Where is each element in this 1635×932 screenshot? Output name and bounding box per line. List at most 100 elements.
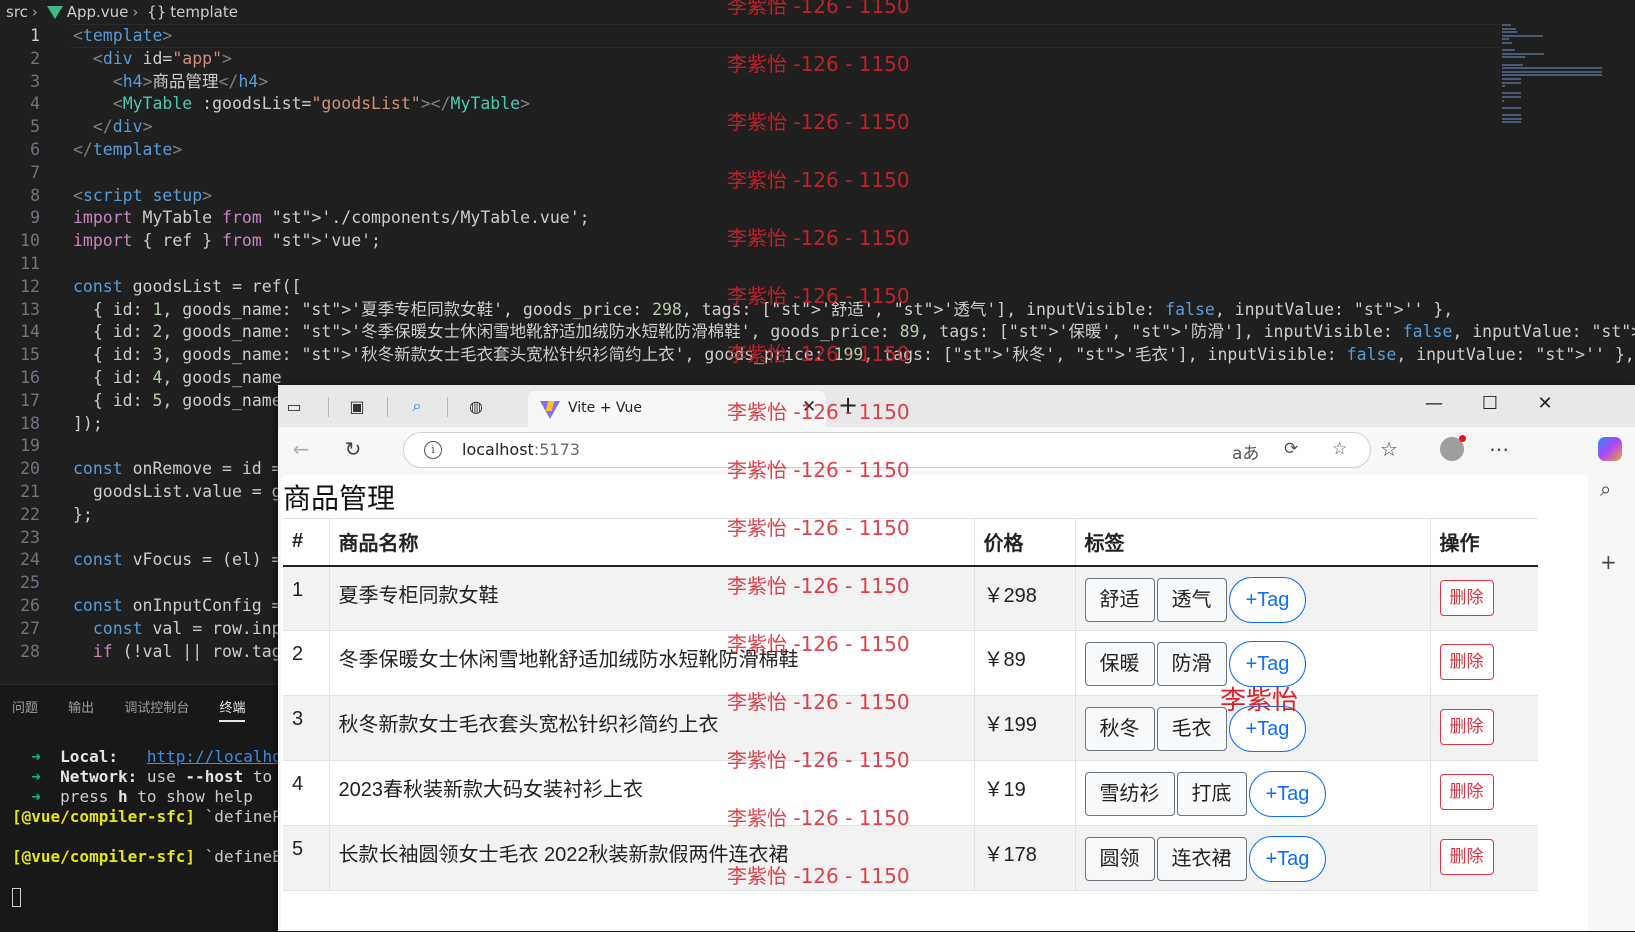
delete-button[interactable]: 删除	[1439, 774, 1494, 810]
close-tab-icon[interactable]: ✕	[802, 397, 816, 417]
line-number: 12	[20, 276, 40, 296]
info-icon[interactable]: i	[424, 441, 442, 459]
code-line[interactable]: 15 { id: 3, goods_name: "st">'秋冬新款女士毛衣套头…	[0, 343, 1635, 367]
breadcrumb[interactable]: src › App.vue › {} template	[0, 0, 1635, 24]
code-text: { id: 1, goods_name: "st">'夏季专柜同款女鞋', go…	[73, 299, 1454, 319]
code-text: <div id="app">	[92, 48, 232, 68]
minimize-icon[interactable]: —	[1419, 393, 1449, 414]
read-aloud-icon[interactable]: aあ	[1232, 439, 1259, 464]
code-text: <h4>商品管理</h4>	[112, 71, 269, 91]
workspace-icon[interactable]: ▣	[343, 393, 371, 419]
browser-sidebar: ⌕ +	[1588, 475, 1635, 931]
back-icon[interactable]: ←	[286, 437, 316, 461]
terminal-network-label: Network:	[60, 767, 138, 786]
code-line[interactable]: 4 <MyTable :goodsList="goodsList"></MyTa…	[0, 92, 1635, 116]
tag-badge[interactable]: 舒适	[1084, 577, 1155, 622]
browser-window: ▭ ▣ ⌕ ◍ Vite + Vue ✕ + — ☐ ✕ ← ↻ i local…	[278, 385, 1635, 931]
minimap-line	[1502, 114, 1521, 116]
code-line[interactable]: 5 </div>	[0, 115, 1635, 139]
close-window-icon[interactable]: ✕	[1530, 393, 1560, 414]
table-header-row: # 商品名称 价格 标签 操作	[283, 518, 1538, 567]
more-icon[interactable]: ⋯	[1484, 437, 1514, 461]
breadcrumb-folder[interactable]: src	[6, 3, 28, 21]
code-line[interactable]: 7	[0, 161, 1635, 185]
delete-button[interactable]: 删除	[1439, 839, 1494, 875]
code-line[interactable]: 12 const goodsList = ref([	[0, 275, 1635, 299]
copilot-icon[interactable]	[1598, 437, 1622, 461]
actions-cell: 删除	[1429, 825, 1538, 891]
new-tab-icon[interactable]: +	[838, 391, 858, 419]
code-line[interactable]: 13 { id: 1, goods_name: "st">'夏季专柜同款女鞋',…	[0, 298, 1635, 322]
url-host: localhost	[462, 440, 534, 459]
panel-tab-output[interactable]: 输出	[68, 697, 94, 716]
chevron-right-icon: ›	[31, 3, 38, 21]
terminal-network-text: use	[146, 767, 176, 786]
delete-button[interactable]: 删除	[1439, 579, 1494, 616]
terminal-output[interactable]: ➜ Local: http://localhost ➜ Network: use…	[12, 747, 301, 907]
globe-icon[interactable]: ◍	[462, 393, 490, 419]
code-line[interactable]: 6 </template>	[0, 138, 1635, 162]
tag-badge[interactable]: 打底	[1176, 772, 1247, 816]
panel-tab-problems[interactable]: 问题	[12, 697, 38, 716]
terminal-warning-tag: [@vue/compiler-sfc]	[12, 847, 196, 866]
watermark-name: 李紫怡	[1220, 686, 1299, 716]
tag-badge[interactable]: 毛衣	[1156, 707, 1227, 751]
add-tag-button[interactable]: +Tag	[1248, 836, 1327, 882]
code-line[interactable]: 8 <script setup>	[0, 184, 1635, 208]
breadcrumb-file[interactable]: App.vue	[67, 3, 129, 21]
goods-name: 夏季专柜同款女鞋	[328, 565, 974, 631]
table-row: 3 秋冬新款女士毛衣套头宽松针织衫简约上衣 ￥199 秋冬 毛衣 +Tag 删除	[283, 695, 1538, 761]
code-line[interactable]: 14 { id: 2, goods_name: "st">'冬季保暖女士休闲雪地…	[0, 320, 1635, 344]
favorite-star-icon[interactable]: ☆	[1332, 439, 1347, 459]
browser-tab[interactable]: Vite + Vue ✕	[528, 391, 826, 427]
delete-button[interactable]: 删除	[1439, 644, 1494, 680]
refresh-icon[interactable]: ↻	[338, 437, 368, 461]
goods-name: 长款长袖圆领女士毛衣 2022秋装新款假两件连衣裙	[328, 825, 974, 891]
tag-badge[interactable]: 连衣裙	[1156, 837, 1247, 881]
panel-tab-terminal[interactable]: 终端	[219, 697, 246, 722]
code-text: <template>	[73, 26, 173, 45]
code-line[interactable]: 9 import MyTable from "st">'./components/…	[0, 206, 1635, 230]
address-bar[interactable]: i localhost:5173 aあ ⟳ ☆	[403, 432, 1371, 468]
add-icon[interactable]: +	[1600, 550, 1617, 574]
edge-refresh-icon[interactable]: ⟳	[1284, 439, 1298, 459]
code-line[interactable]: 1 <template>	[0, 24, 1635, 48]
delete-button[interactable]: 删除	[1439, 709, 1494, 745]
goods-price: ￥89	[973, 630, 1075, 696]
column-header-tags: 标签	[1074, 518, 1430, 567]
tag-badge[interactable]: 圆领	[1084, 837, 1155, 881]
url-text[interactable]: localhost:5173	[462, 440, 580, 459]
actions-cell: 删除	[1429, 695, 1538, 761]
tag-badge[interactable]: 保暖	[1084, 642, 1155, 686]
tags-cell: 圆领 连衣裙 +Tag	[1074, 825, 1430, 891]
tag-badge[interactable]: 透气	[1156, 577, 1227, 622]
favorites-icon[interactable]: ☆	[1374, 437, 1404, 461]
goods-name: 2023春秋装新款大码女装衬衫上衣	[328, 760, 974, 826]
code-text: <script setup>	[73, 185, 213, 205]
tab-actions-icon[interactable]: ▭	[280, 393, 308, 419]
tags-cell: 舒适 透气 +Tag	[1074, 565, 1430, 631]
line-number: 3	[30, 71, 40, 91]
code-line[interactable]: 3 <h4>商品管理</h4>	[0, 70, 1635, 94]
tag-badge[interactable]: 雪纺衫	[1084, 772, 1175, 816]
tag-badge[interactable]: 秋冬	[1084, 707, 1155, 751]
breadcrumb-section[interactable]: template	[170, 3, 238, 21]
maximize-icon[interactable]: ☐	[1475, 393, 1505, 414]
goods-price: ￥178	[973, 825, 1075, 891]
add-tag-button[interactable]: +Tag	[1248, 771, 1327, 817]
minimap-line	[1502, 99, 1504, 102]
code-line[interactable]: 10 import { ref } from "st">'vue';	[0, 229, 1635, 253]
terminal-warning-tag: [@vue/compiler-sfc]	[12, 807, 196, 826]
row-index: 2	[283, 630, 329, 696]
add-tag-button[interactable]: +Tag	[1228, 576, 1307, 623]
search-icon[interactable]: ⌕	[1600, 477, 1611, 501]
minimap-line	[1502, 24, 1511, 26]
code-line[interactable]: 11	[0, 252, 1635, 276]
minimap[interactable]	[1500, 24, 1610, 134]
panel-tab-debug-console[interactable]: 调试控制台	[124, 697, 189, 716]
goods-price: ￥19	[973, 760, 1075, 826]
code-line[interactable]: 2 <div id="app">	[0, 47, 1635, 71]
tag-badge[interactable]: 防滑	[1156, 642, 1227, 686]
search-icon[interactable]: ⌕	[403, 393, 431, 419]
browser-titlebar: ▭ ▣ ⌕ ◍ Vite + Vue ✕ + — ☐ ✕	[278, 385, 1635, 427]
